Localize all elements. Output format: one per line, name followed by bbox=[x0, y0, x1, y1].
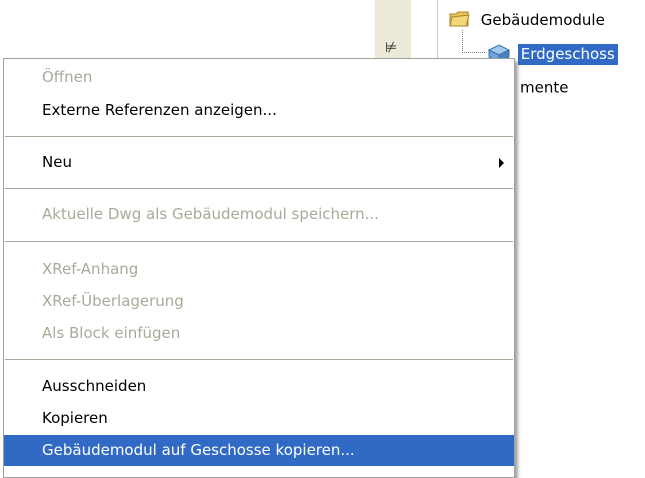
folder-icon bbox=[448, 8, 470, 32]
menu-item-auf-geschosse-kopieren[interactable]: Gebäudemodul auf Geschosse kopieren... bbox=[4, 435, 514, 466]
context-menu: Öffnen Externe Referenzen anzeigen... Ne… bbox=[3, 58, 515, 478]
panel-gutter bbox=[411, 0, 438, 60]
tree-connector bbox=[462, 30, 485, 53]
menu-item-oeffnen[interactable]: Öffnen bbox=[4, 62, 514, 93]
menu-separator bbox=[5, 359, 513, 360]
tree-node-label: Erdgeschoss bbox=[517, 44, 618, 65]
menu-item-ausschneiden[interactable]: Ausschneiden bbox=[4, 371, 514, 402]
menu-separator bbox=[5, 136, 513, 137]
tree-node-label: mente bbox=[520, 78, 569, 97]
tree-node-gebaeudemodule[interactable]: Gebäudemodule bbox=[448, 8, 605, 32]
menu-item-xref-anhang[interactable]: XRef-Anhang bbox=[4, 254, 514, 285]
tree-node-label: Gebäudemodule bbox=[480, 11, 605, 29]
submenu-arrow-icon bbox=[499, 158, 504, 168]
menu-item-als-gebaeudemodul-speichern[interactable]: Aktuelle Dwg als Gebäudemodul speichern.… bbox=[4, 199, 514, 230]
panel-toolbar: ⊭ bbox=[375, 0, 412, 60]
menu-item-als-block-einfuegen[interactable]: Als Block einfügen bbox=[4, 318, 514, 349]
menu-item-xref-ueberlagerung[interactable]: XRef-Überlagerung bbox=[4, 286, 514, 317]
menu-item-kopieren[interactable]: Kopieren bbox=[4, 403, 514, 434]
menu-item-label: Neu bbox=[42, 153, 72, 171]
menu-separator bbox=[5, 241, 513, 242]
menu-item-neu[interactable]: Neu bbox=[4, 147, 514, 178]
pin-icon[interactable]: ⊭ bbox=[385, 40, 397, 56]
menu-item-externe-referenzen[interactable]: Externe Referenzen anzeigen... bbox=[4, 95, 514, 126]
tree-node-partial[interactable]: mente bbox=[520, 78, 568, 97]
menu-separator bbox=[5, 188, 513, 189]
